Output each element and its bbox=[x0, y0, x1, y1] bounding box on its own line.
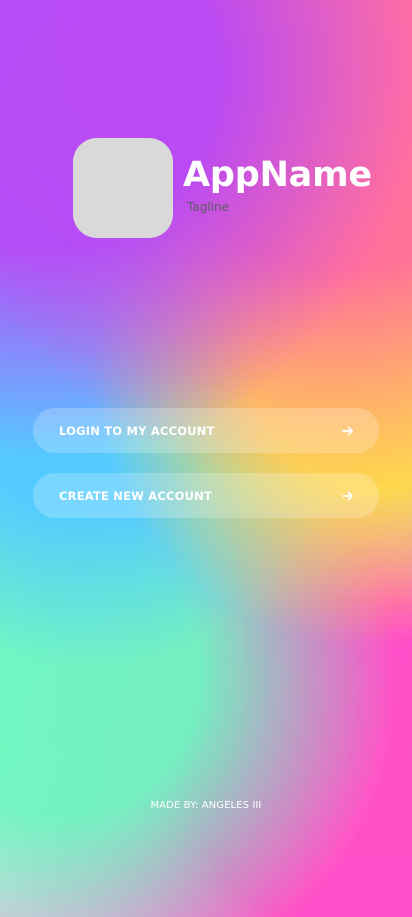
login-button[interactable]: LOGIN TO MY ACCOUNT bbox=[33, 408, 379, 453]
arrow-right-icon bbox=[341, 489, 355, 503]
create-account-button[interactable]: CREATE NEW ACCOUNT bbox=[33, 473, 379, 518]
gradient-background bbox=[0, 0, 412, 917]
footer-credit: MADE BY: ANGELES III bbox=[150, 800, 262, 811]
tagline: Tagline bbox=[187, 200, 229, 214]
arrow-right-icon bbox=[341, 424, 355, 438]
login-button-label: LOGIN TO MY ACCOUNT bbox=[59, 423, 215, 438]
app-logo-placeholder bbox=[73, 138, 173, 238]
app-name: AppName bbox=[183, 155, 372, 195]
create-account-button-label: CREATE NEW ACCOUNT bbox=[59, 488, 212, 503]
